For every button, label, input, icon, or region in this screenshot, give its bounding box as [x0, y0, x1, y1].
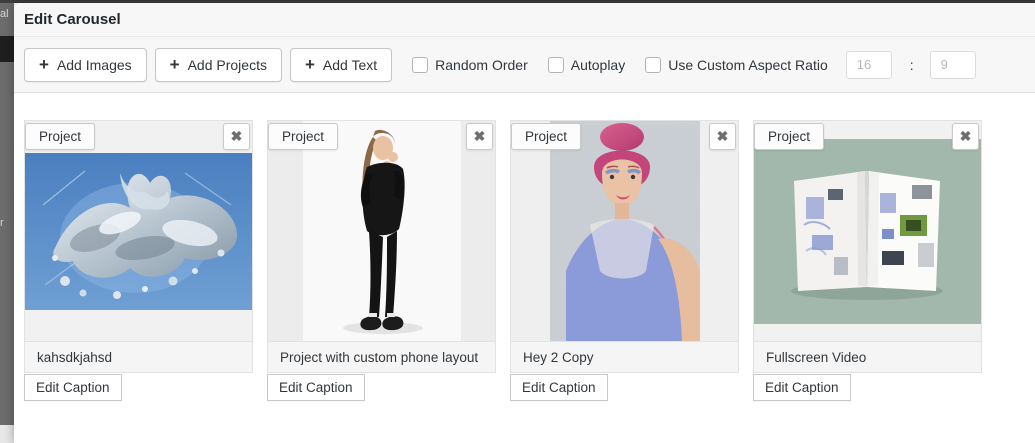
- random-order-label: Random Order: [435, 57, 528, 73]
- aspect-ratio-separator: :: [910, 57, 914, 73]
- random-order-checkbox[interactable]: [412, 57, 428, 73]
- sidebar-dark-segment: [0, 36, 14, 62]
- wp-admin-sidebar-sliver: al r: [0, 0, 14, 443]
- autoplay-option: Autoplay: [548, 57, 625, 73]
- edit-caption-button[interactable]: Edit Caption: [753, 374, 851, 401]
- close-icon[interactable]: ✖: [952, 123, 979, 150]
- carousel-card[interactable]: Project ✖ Project with custom phone layo…: [267, 120, 496, 373]
- carousel-item: Project ✖ Project with custom phone layo…: [267, 120, 496, 401]
- carousel-card[interactable]: Project ✖ Hey 2 Copy: [510, 120, 739, 373]
- card-image-pink-hair-portrait: [511, 121, 738, 341]
- close-icon[interactable]: ✖: [709, 123, 736, 150]
- add-text-label: Add Text: [323, 57, 377, 73]
- carousel-toolbar: + Add Images + Add Projects + Add Text R…: [14, 37, 1035, 93]
- custom-aspect-ratio-option: Use Custom Aspect Ratio: [645, 57, 828, 73]
- edit-caption-button[interactable]: Edit Caption: [24, 374, 122, 401]
- edit-carousel-modal: Edit Carousel + Add Images + Add Project…: [14, 3, 1035, 443]
- card-caption: Fullscreen Video: [754, 341, 981, 372]
- card-caption: Project with custom phone layout: [268, 341, 495, 372]
- aspect-height-input[interactable]: [930, 51, 976, 79]
- carousel-items: Project ✖ kahsdkjahsd Edit Caption: [14, 93, 1035, 401]
- sidebar-light-segment: [0, 425, 14, 443]
- edit-caption-button[interactable]: Edit Caption: [267, 374, 365, 401]
- card-image-water-splash: [25, 121, 252, 341]
- card-image-model-phone: [268, 121, 495, 341]
- aspect-width-input[interactable]: [846, 51, 892, 79]
- random-order-option: Random Order: [412, 57, 528, 73]
- carousel-item: Project ✖ Hey 2 Copy Edit Caption: [510, 120, 739, 401]
- project-badge: Project: [268, 123, 338, 150]
- add-text-button[interactable]: + Add Text: [290, 48, 392, 82]
- carousel-item: Project ✖ kahsdkjahsd Edit Caption: [24, 120, 253, 401]
- project-badge: Project: [511, 123, 581, 150]
- card-caption: kahsdkjahsd: [25, 341, 252, 372]
- plus-icon: +: [39, 56, 49, 73]
- close-icon[interactable]: ✖: [223, 123, 250, 150]
- page-title: Edit Carousel: [24, 11, 121, 28]
- plus-icon: +: [305, 56, 315, 73]
- autoplay-label: Autoplay: [571, 57, 625, 73]
- add-projects-button[interactable]: + Add Projects: [155, 48, 282, 82]
- add-projects-label: Add Projects: [188, 57, 267, 73]
- carousel-card[interactable]: Project ✖ kahsdkjahsd: [24, 120, 253, 373]
- autoplay-checkbox[interactable]: [548, 57, 564, 73]
- custom-aspect-ratio-label: Use Custom Aspect Ratio: [668, 57, 828, 73]
- modal-header: Edit Carousel: [14, 3, 1035, 37]
- add-images-label: Add Images: [57, 57, 132, 73]
- sidebar-text-fragment: r: [0, 217, 4, 229]
- carousel-card[interactable]: Project ✖ Fullscreen Video: [753, 120, 982, 373]
- project-badge: Project: [754, 123, 824, 150]
- plus-icon: +: [170, 56, 180, 73]
- card-image-open-magazine: [754, 121, 981, 341]
- close-icon[interactable]: ✖: [466, 123, 493, 150]
- add-images-button[interactable]: + Add Images: [24, 48, 147, 82]
- custom-aspect-ratio-checkbox[interactable]: [645, 57, 661, 73]
- project-badge: Project: [25, 123, 95, 150]
- card-caption: Hey 2 Copy: [511, 341, 738, 372]
- sidebar-text-fragment: al: [0, 8, 9, 20]
- carousel-item: Project ✖ Fullscreen Video Edit Caption: [753, 120, 982, 401]
- edit-caption-button[interactable]: Edit Caption: [510, 374, 608, 401]
